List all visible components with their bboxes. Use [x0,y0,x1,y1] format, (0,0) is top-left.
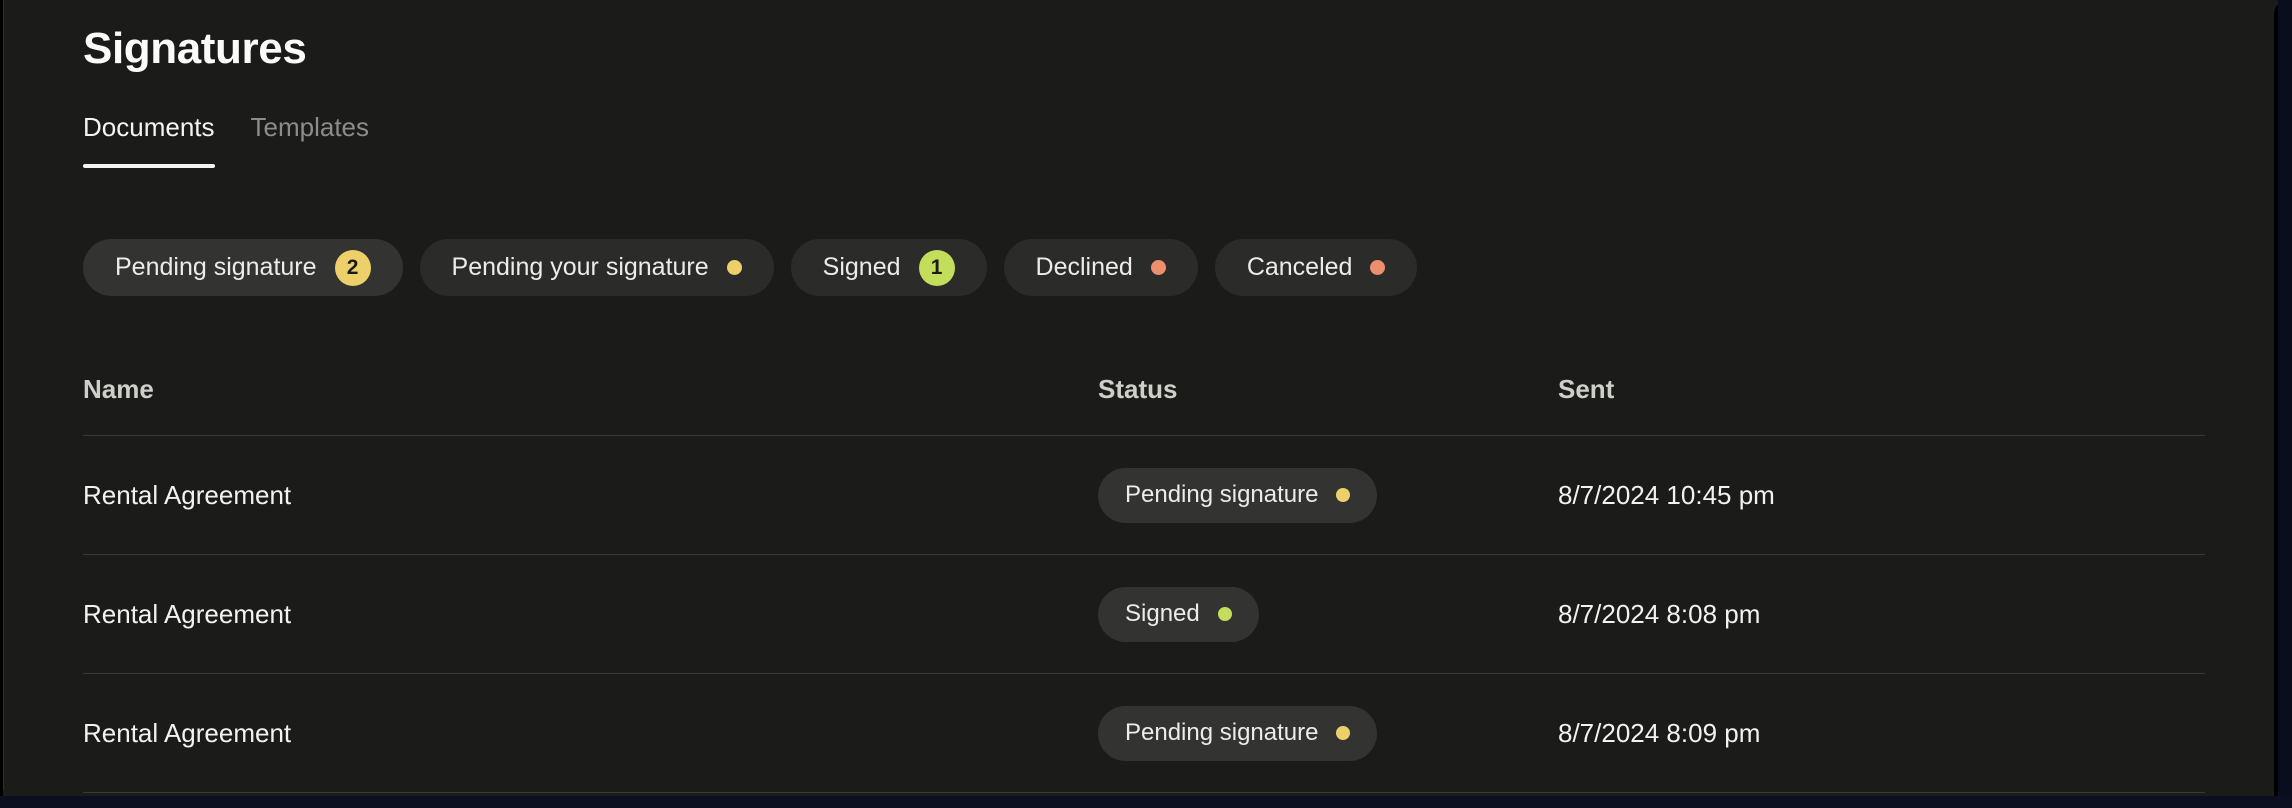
document-status-cell: Pending signature [1098,467,1558,523]
table-row[interactable]: Rental Agreement Pending signature 8/7/2… [83,674,2205,793]
filter-chip-count-badge: 1 [918,249,955,286]
window-right-edge [2274,0,2292,808]
signatures-window: Signatures Documents Templates Pending s… [0,0,2292,808]
status-badge-label: Pending signature [1125,481,1319,508]
status-badge[interactable]: Pending signature [1098,467,1378,523]
page-title: Signatures [83,24,307,73]
document-name: Rental Agreement [83,479,292,510]
status-badge[interactable]: Pending signature [1098,705,1378,761]
document-sent-date: 8/7/2024 10:45 pm [1558,479,1775,510]
documents-table: Name Status Sent Rental Agreement Pendin… [83,376,2205,793]
filter-chip-status-dot [1150,260,1166,275]
filter-chip-status-dot [1370,260,1386,275]
filter-chip-label: Declined [1035,253,1133,281]
filter-chip-canceled[interactable]: Canceled [1214,239,1418,296]
filter-chip-label: Pending your signature [451,253,709,281]
table-header-row: Name Status Sent [83,376,2205,436]
column-header-name: Name [83,374,154,404]
column-header-status: Status [1098,374,1178,404]
status-dot-icon [1217,607,1232,621]
filter-chip-label: Signed [822,253,901,281]
document-name: Rental Agreement [83,598,292,629]
filter-chip-label: Canceled [1246,253,1353,281]
filter-chip-signed[interactable]: Signed 1 [790,239,987,296]
filter-chip-pending-signature[interactable]: Pending signature 2 [83,239,403,296]
document-status-cell: Signed [1098,586,1558,642]
tab-bar: Documents Templates [83,114,369,168]
status-badge-label: Pending signature [1125,719,1319,746]
document-sent-date: 8/7/2024 8:08 pm [1558,598,1761,629]
status-filter-chips: Pending signature 2 Pending your signatu… [83,239,1418,296]
filter-chip-declined[interactable]: Declined [1003,239,1198,296]
column-header-sent: Sent [1558,374,1615,404]
status-badge-label: Signed [1125,600,1200,627]
status-dot-icon [1336,726,1351,740]
tab-documents-label: Documents [83,112,215,142]
filter-chip-label: Pending signature [115,253,317,281]
tab-templates-label: Templates [250,112,370,142]
tab-templates[interactable]: Templates [251,114,370,168]
status-dot-icon [1336,488,1351,502]
status-badge[interactable]: Signed [1098,586,1259,642]
filter-chip-count-badge: 2 [334,249,371,286]
document-status-cell: Pending signature [1098,705,1558,761]
page-content: Signatures Documents Templates Pending s… [0,0,2275,796]
table-row[interactable]: Rental Agreement Pending signature 8/7/2… [83,436,2205,555]
tab-documents[interactable]: Documents [83,114,215,168]
window-bottom-strip [0,796,2292,808]
table-row[interactable]: Rental Agreement Signed 8/7/2024 8:08 pm [83,555,2205,674]
filter-chip-status-dot [726,260,742,275]
document-sent-date: 8/7/2024 8:09 pm [1558,717,1761,748]
window-right-edge-inner [2278,0,2292,808]
document-name: Rental Agreement [83,717,292,748]
filter-chip-pending-your-signature[interactable]: Pending your signature [419,239,774,296]
